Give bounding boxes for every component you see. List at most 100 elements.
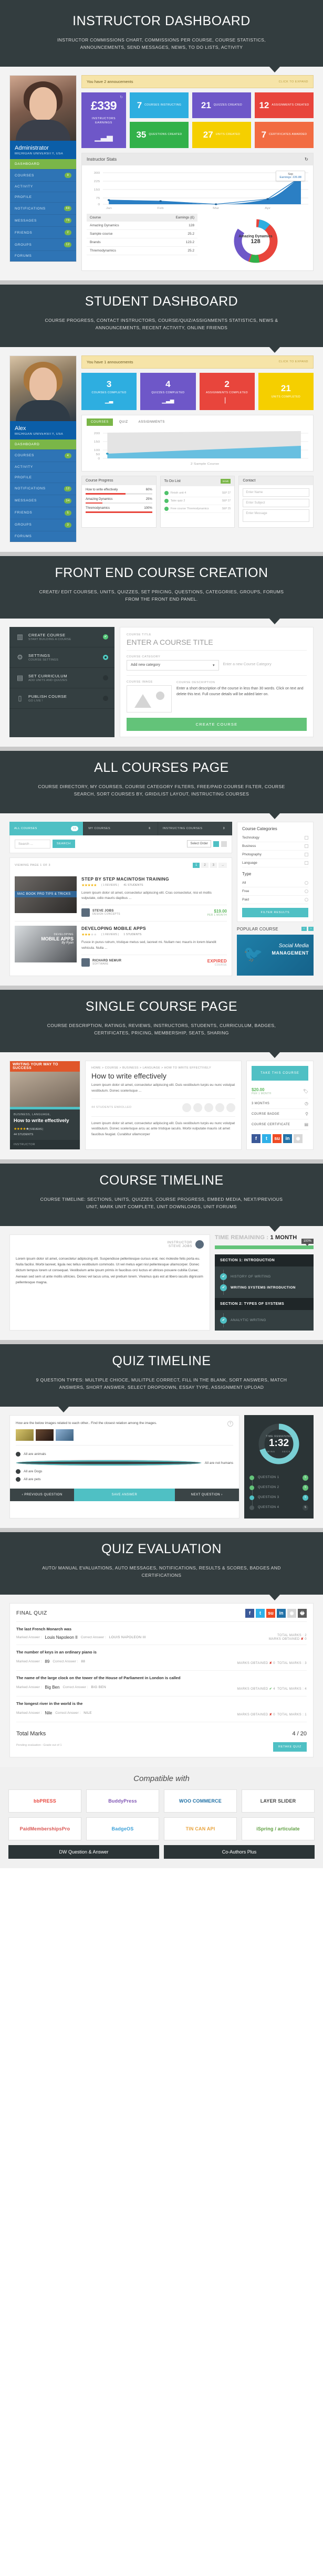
tab-quiz[interactable]: QUIZ [115, 418, 132, 426]
category-language[interactable]: Language [242, 859, 308, 867]
subject-field[interactable]: Enter Subject [243, 499, 310, 508]
type-free[interactable]: Free [242, 887, 308, 896]
message-field[interactable]: Enter Message [243, 509, 310, 522]
radio[interactable] [16, 1477, 20, 1482]
sidebar-item-friends[interactable]: FRIENDS 2 [10, 227, 76, 239]
course-description-input[interactable]: Enter a short description of the course … [176, 686, 307, 698]
new-category-input[interactable]: Enter a new Course Category [223, 660, 307, 671]
course-title[interactable]: DEVELOPING MOBILE APPS [81, 926, 227, 931]
question-list-item[interactable]: QUESTION 4 5 [249, 1503, 308, 1513]
radio[interactable] [16, 1460, 202, 1467]
comment-icon[interactable]: ◉ [287, 1608, 296, 1618]
take-this-course-button[interactable]: TAKE THIS COURSE [252, 1066, 308, 1081]
save-answer-button[interactable]: SAVE ANSWER [74, 1489, 175, 1502]
list-item[interactable]: Finish unit 4 SEP 27 [164, 489, 231, 498]
category-technology[interactable]: Technology [242, 834, 308, 842]
announcement-expand[interactable]: CLICK TO EXPAND [279, 80, 308, 83]
checkbox[interactable] [305, 844, 308, 848]
comment-icon[interactable]: ◉ [294, 1134, 303, 1144]
step-publish[interactable]: ▯ PUBLISH COURSE GO LIVE ! [9, 688, 114, 709]
list-item[interactable]: Take quiz 2 SEP 27 [164, 497, 231, 506]
grid-view-button[interactable] [221, 841, 227, 847]
sidebar-item-notifications[interactable]: NOTIFICATIONS 12 [10, 483, 76, 495]
course-list-item[interactable]: DEVELOPING MOBILE APPS By Ryan DEVELOPIN… [15, 922, 227, 971]
sidebar-item-notifications[interactable]: NOTIFICATIONS 69 [10, 203, 76, 215]
category-business[interactable]: Business [242, 842, 308, 851]
order-select[interactable]: Select Order [187, 840, 211, 848]
sidebar-item-forums[interactable]: FORUMS [10, 251, 76, 262]
question-list-item[interactable]: QUESTION 3 5 [249, 1493, 308, 1503]
help-icon[interactable]: ? [227, 1420, 233, 1427]
category-select[interactable]: Add new category ▾ [127, 659, 219, 671]
radio[interactable] [305, 889, 308, 893]
refresh-icon[interactable]: ↻ [120, 95, 123, 99]
sidebar-item-courses[interactable]: COURSES 4 [10, 449, 76, 462]
create-course-button[interactable]: CREATE COURSE [127, 717, 307, 731]
sidebar-item-profile[interactable]: PROFILE [10, 192, 76, 203]
twitter-icon[interactable]: t [256, 1608, 265, 1618]
course-image-placeholder[interactable] [127, 685, 172, 713]
step-settings[interactable]: ⚙ SETTINGS COURSE SETTINGS [9, 647, 114, 668]
sidebar-item-friends[interactable]: FRIENDS 5 [10, 507, 76, 519]
course-title[interactable]: STEP BY STEP MACINTOSH TRAINING [81, 876, 227, 882]
announcement-expand[interactable]: CLICK TO EXPAND [279, 360, 308, 363]
linkedin-icon[interactable]: in [283, 1134, 292, 1144]
announcement-bar[interactable]: You have 1 annoucements CLICK TO EXPAND [81, 355, 314, 369]
facebook-icon[interactable]: f [245, 1608, 254, 1618]
page-next[interactable]: → [218, 862, 227, 868]
print-icon[interactable]: 🖶 [298, 1608, 307, 1618]
page-2[interactable]: 2 [201, 862, 209, 868]
sidebar-item-courses[interactable]: COURSES 9 [10, 170, 76, 182]
twitter-icon[interactable]: t [262, 1134, 271, 1144]
sidebar-item-dashboard[interactable]: DASHBOARD [10, 159, 76, 170]
page-1[interactable]: 1 [192, 862, 200, 868]
step-curriculum[interactable]: ▤ SET CURRICULUM ADD UNITS AND QUIZZES [9, 668, 114, 688]
unit-item[interactable]: ✔ ANALYTIC WRITING [220, 1315, 308, 1326]
unit-item[interactable]: ✔ WRITING SYSTEMS INTRODUCTION [220, 1282, 308, 1293]
carousel-prev-icon[interactable]: ‹ [301, 927, 307, 931]
option-row[interactable]: All are animals [16, 1450, 233, 1458]
tab-instructing-courses[interactable]: INSTRUCTING COURSES 3 [158, 821, 232, 835]
sidebar-item-groups[interactable]: GROUPS 3 [10, 519, 76, 531]
checkbox[interactable] [305, 852, 308, 856]
section-1-heading[interactable]: SECTION 1: INTRODUCTION [215, 1254, 314, 1266]
previous-question-button[interactable]: ‹ PREVIOUS QUESTION [10, 1489, 75, 1502]
sidebar-item-forums[interactable]: FORUMS [10, 531, 76, 542]
section-2-heading[interactable]: SECTION 2: TYPES OF SYSTEMS [215, 1297, 314, 1310]
list-view-button[interactable] [213, 841, 219, 847]
radio[interactable] [305, 881, 308, 885]
sidebar-item-profile[interactable]: PROFILE [10, 472, 76, 483]
tab-all-courses[interactable]: ALL COURSES 11 [9, 821, 84, 835]
course-list-item[interactable]: MAC BOOK PRO TIPS & TRICKS STEP BY STEP … [15, 872, 227, 922]
unit-item[interactable]: ✔ HISTORY OF WRITING [220, 1271, 308, 1282]
refresh-icon[interactable]: ↻ [305, 156, 308, 162]
tab-courses[interactable]: COURSES [87, 418, 113, 426]
type-all[interactable]: All [242, 879, 308, 887]
category-photography[interactable]: Photography [242, 851, 308, 859]
type-paid[interactable]: Paid [242, 896, 308, 904]
next-question-button[interactable]: NEXT QUESTION › [174, 1489, 239, 1502]
question-list-item[interactable]: QUESTION 1 5 [249, 1473, 308, 1483]
checkbox[interactable] [305, 861, 308, 865]
radio[interactable] [16, 1452, 20, 1457]
option-row[interactable]: All are not humans [16, 1458, 233, 1468]
sidebar-item-activity[interactable]: ACTIVITY [10, 462, 76, 473]
retake-quiz-button[interactable]: RETAKE QUIZ [273, 1742, 307, 1752]
sidebar-item-activity[interactable]: ACTIVITY [10, 182, 76, 193]
option-row[interactable]: All are pets [16, 1475, 233, 1483]
sidebar-item-groups[interactable]: GROUPS 12 [10, 239, 76, 252]
save-button[interactable]: SAVE [220, 479, 231, 484]
list-item[interactable]: Free course Thremodynamics SEP 25 [164, 505, 231, 514]
sidebar-item-dashboard[interactable]: DASHBOARD [10, 439, 76, 450]
announcement-bar[interactable]: You have 2 annoucements CLICK TO EXPAND [81, 75, 314, 89]
question-list-item[interactable]: QUESTION 2 5 [249, 1483, 308, 1493]
page-3[interactable]: 3 [210, 862, 217, 868]
radio[interactable] [305, 897, 308, 902]
radio[interactable] [16, 1469, 20, 1474]
course-title-input[interactable]: ENTER A COURSE TITLE [127, 638, 307, 651]
popular-course-thumbnail[interactable]: 🐦 Social Media MANAGEMENT [237, 934, 314, 976]
option-row[interactable]: All are Dogs [16, 1468, 233, 1475]
filter-results-button[interactable]: FILTER RESULTS [242, 907, 308, 917]
search-button[interactable]: SEARCH [53, 840, 75, 849]
linkedin-icon[interactable]: in [277, 1608, 286, 1618]
